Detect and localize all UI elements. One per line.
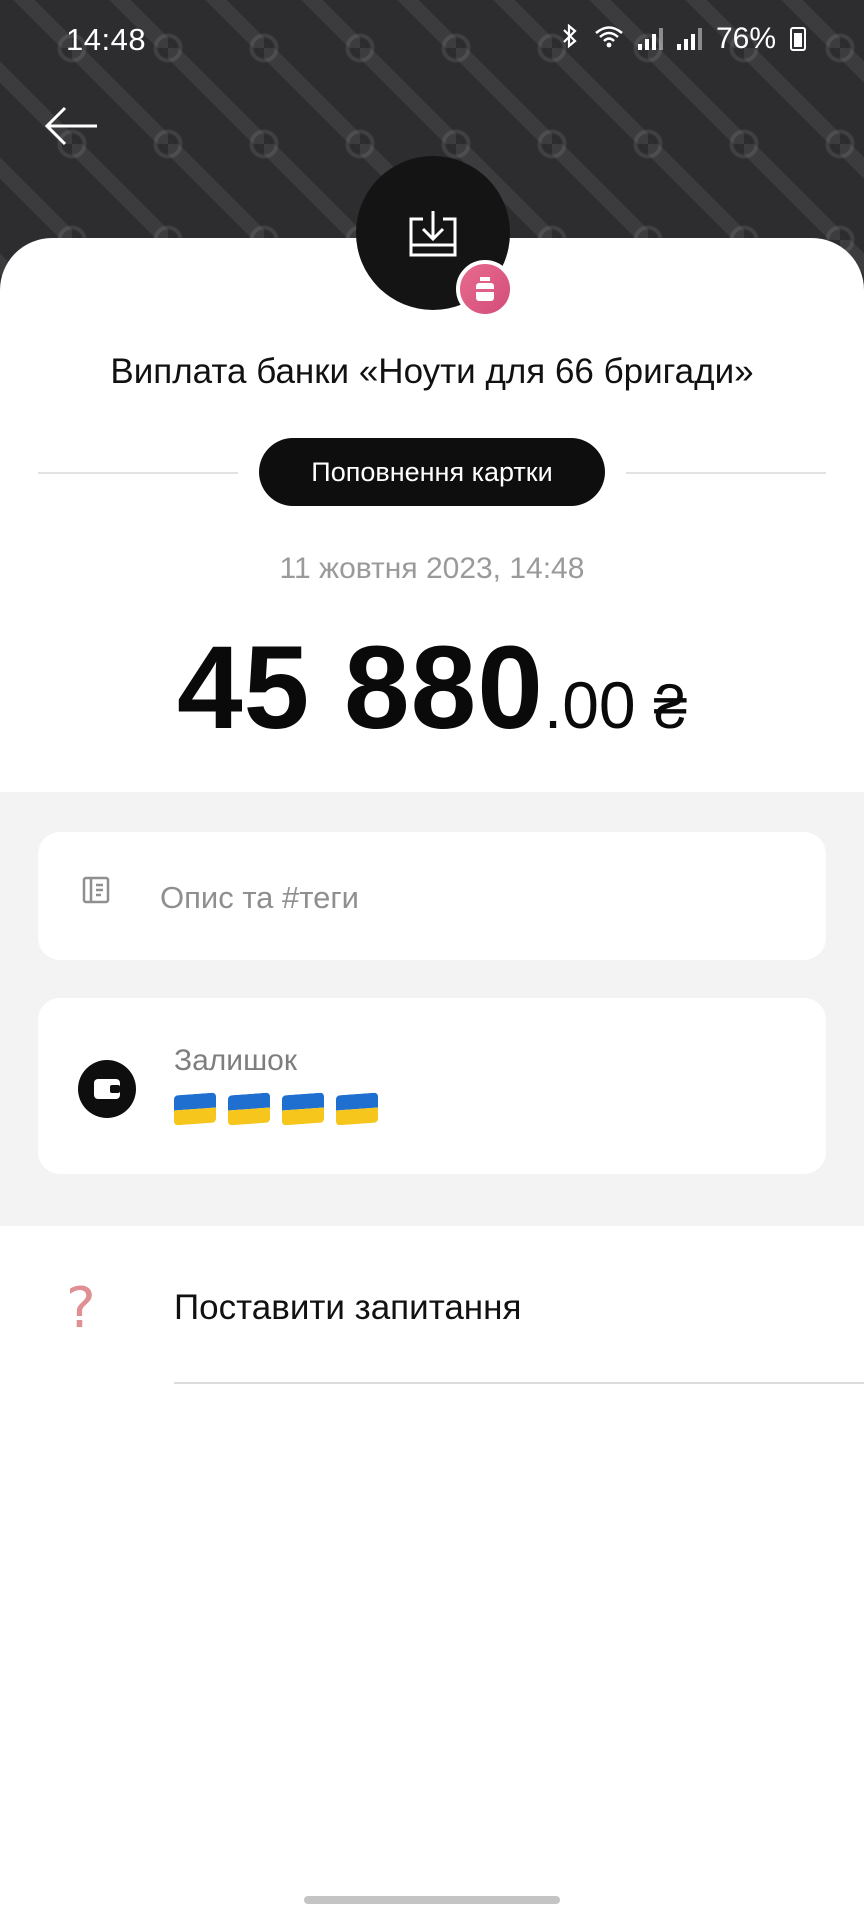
balance-panel: Залишок <box>38 998 826 1174</box>
signal-icon <box>676 28 702 50</box>
signal-icon <box>637 28 663 50</box>
status-bar: 14:48 76% <box>0 0 864 80</box>
balance-label: Залишок <box>174 1044 297 1077</box>
balance-hidden-value[interactable] <box>174 1092 378 1126</box>
ask-question-label: Поставити запитання <box>174 1288 522 1327</box>
category-pill[interactable]: Поповнення картки <box>259 438 605 506</box>
incoming-tray-icon <box>409 211 457 257</box>
home-indicator[interactable] <box>304 1896 560 1904</box>
wallet-icon <box>78 1060 136 1118</box>
divider <box>626 472 826 474</box>
note-icon <box>82 876 110 904</box>
ua-flag-icon <box>174 1092 216 1126</box>
currency-symbol: ₴ <box>653 674 688 741</box>
ua-flag-icon <box>282 1092 324 1126</box>
divider <box>174 1382 864 1384</box>
divider <box>38 472 238 474</box>
ask-question-row[interactable]: ? Поставити запитання <box>0 1248 864 1384</box>
description-field[interactable]: Опис та #теги <box>38 832 826 960</box>
jar-badge <box>456 260 514 318</box>
status-icons: 76% <box>560 22 806 56</box>
status-time: 14:48 <box>66 22 147 57</box>
ua-flag-icon <box>336 1092 378 1126</box>
category-row: Поповнення картки <box>38 438 826 506</box>
details-section: Опис та #теги Залишок <box>0 792 864 1226</box>
wifi-icon <box>594 24 624 54</box>
transaction-title: Виплата банки «Ноути для 66 бригади» <box>110 352 754 391</box>
battery-percent: 76% <box>715 22 776 55</box>
battery-icon <box>790 27 806 51</box>
bluetooth-icon <box>560 23 580 55</box>
transaction-datetime: 11 жовтня 2023, 14:48 <box>279 552 585 585</box>
transaction-amount: 45 880.00 ₴ <box>0 620 864 756</box>
description-placeholder: Опис та #теги <box>160 880 359 915</box>
back-button[interactable] <box>36 96 106 156</box>
jar-icon <box>476 277 494 301</box>
arrow-left-icon <box>44 106 97 146</box>
question-mark-icon: ? <box>66 1276 96 1341</box>
ua-flag-icon <box>228 1092 270 1126</box>
amount-integer: 45 880 <box>176 622 544 754</box>
amount-decimal: .00 <box>543 668 636 742</box>
